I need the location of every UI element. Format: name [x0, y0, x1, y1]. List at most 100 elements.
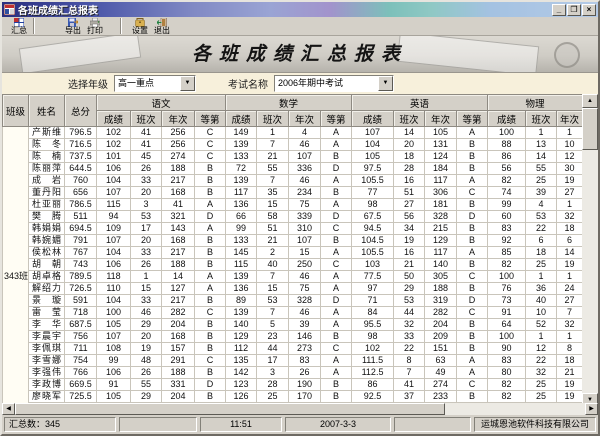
- score-cell: 29: [131, 391, 162, 403]
- score-cell: B: [195, 187, 226, 199]
- score-cell: C: [195, 139, 226, 151]
- score-cell: 37: [394, 391, 425, 403]
- score-cell: 91: [97, 379, 131, 391]
- score-cell: 1: [557, 199, 582, 211]
- vertical-scroll-thumb[interactable]: [582, 108, 598, 150]
- settings-button[interactable]: 设置: [129, 17, 151, 35]
- score-cell: 136: [226, 199, 257, 211]
- name-cell: 李政博: [29, 379, 65, 391]
- score-cell: 157: [162, 343, 195, 355]
- toolbar-separator: [33, 18, 35, 34]
- scroll-up-icon[interactable]: ▲: [582, 94, 598, 108]
- toolbar-separator: [120, 18, 122, 34]
- score-cell: 291: [162, 355, 195, 367]
- score-cell: 92: [488, 235, 526, 247]
- header-score: 成绩: [226, 111, 257, 127]
- window-title: 各班成绩汇总报表: [18, 2, 551, 17]
- score-cell: 117: [425, 175, 457, 187]
- score-cell: 105.5: [352, 247, 394, 259]
- header-score: 成绩: [488, 111, 526, 127]
- score-cell: 146: [289, 331, 321, 343]
- score-cell: 92.5: [352, 391, 394, 403]
- score-cell: 21: [257, 235, 289, 247]
- chevron-down-icon[interactable]: ▼: [378, 76, 393, 91]
- summarize-button[interactable]: 汇总: [8, 17, 30, 35]
- score-cell: C: [457, 187, 488, 199]
- score-cell: 94: [97, 211, 131, 223]
- print-button[interactable]: 打印: [84, 17, 106, 35]
- restore-button[interactable]: ❐: [567, 4, 581, 16]
- score-cell: 339: [289, 211, 321, 223]
- score-cell: 142: [226, 367, 257, 379]
- score-cell: 4: [289, 127, 321, 139]
- score-cell: 98: [352, 199, 394, 211]
- score-cell: 7: [394, 367, 425, 379]
- score-cell: 336: [289, 163, 321, 175]
- status-panel-empty: [119, 417, 197, 432]
- score-cell: C: [457, 379, 488, 391]
- chevron-down-icon[interactable]: ▼: [180, 76, 195, 91]
- table-row: 韩婉媚79110720168B13321107B104.519129B9266: [3, 235, 583, 247]
- export-button[interactable]: 导出: [62, 17, 84, 35]
- score-cell: 1: [131, 271, 162, 283]
- score-cell: 26: [289, 367, 321, 379]
- table-row: 侯松林76710433217B145215A105.516117A851814: [3, 247, 583, 259]
- name-cell: 廖晓军: [29, 391, 65, 403]
- score-cell: B: [321, 379, 352, 391]
- score-cell: 27: [557, 187, 582, 199]
- score-cell: 204: [425, 319, 457, 331]
- score-cell: 29: [131, 319, 162, 331]
- table-row: 李雪娜7549948291C1351783A111.5863A832218: [3, 355, 583, 367]
- exam-select[interactable]: 2006年期中考试 ▼: [274, 75, 394, 92]
- score-cell: 102: [352, 343, 394, 355]
- score-cell: A: [457, 355, 488, 367]
- score-cell: D: [195, 211, 226, 223]
- horizontal-scroll-thumb[interactable]: [15, 403, 445, 415]
- score-cell: 53: [526, 211, 557, 223]
- score-cell: 44: [257, 343, 289, 355]
- score-cell: 109: [97, 223, 131, 235]
- total-cell: 725.5: [65, 391, 97, 403]
- score-cell: 4: [526, 199, 557, 211]
- score-cell: 46: [289, 139, 321, 151]
- score-cell: 139: [226, 175, 257, 187]
- score-cell: B: [457, 259, 488, 271]
- vertical-scroll-track[interactable]: [582, 150, 598, 393]
- vertical-scrollbar[interactable]: ▲ ▼: [582, 94, 598, 407]
- score-cell: 19: [557, 259, 582, 271]
- total-cell: 791: [65, 235, 97, 247]
- name-cell: 解绍力: [29, 283, 65, 295]
- table-row: 李政博669.59155331D12328190B8641274C822519: [3, 379, 583, 391]
- score-cell: 28: [257, 379, 289, 391]
- status-time: 11:51: [200, 417, 282, 432]
- score-cell: B: [457, 343, 488, 355]
- score-cell: 139: [226, 139, 257, 151]
- scroll-left-icon[interactable]: ◀: [2, 403, 15, 415]
- close-button[interactable]: ×: [582, 4, 596, 16]
- score-cell: 233: [425, 391, 457, 403]
- toolbar-button-label: 设置: [132, 27, 148, 35]
- exit-button[interactable]: 退出: [151, 17, 173, 35]
- table-row: 李强伟76610626188B142326A112.5749A803221: [3, 367, 583, 379]
- minimize-button[interactable]: _: [552, 4, 566, 16]
- score-cell: 126: [226, 391, 257, 403]
- score-cell: 19: [557, 175, 582, 187]
- header-score: 成绩: [352, 111, 394, 127]
- score-cell: A: [195, 223, 226, 235]
- score-cell: 117: [226, 187, 257, 199]
- horizontal-scrollbar[interactable]: ◀ ▶: [2, 403, 598, 415]
- score-cell: C: [195, 355, 226, 367]
- score-cell: 82: [488, 391, 526, 403]
- horizontal-scroll-track[interactable]: [445, 403, 585, 415]
- score-cell: 22: [394, 343, 425, 355]
- score-cell: 1: [526, 331, 557, 343]
- table-row: 李晨宇75610720168B12923146B9833209B10011: [3, 331, 583, 343]
- score-cell: 104: [97, 247, 131, 259]
- score-cell: 101: [97, 151, 131, 163]
- scroll-right-icon[interactable]: ▶: [585, 403, 598, 415]
- score-cell: B: [195, 259, 226, 271]
- name-cell: 雷 莹: [29, 307, 65, 319]
- summary-count: 汇总数：345: [4, 417, 116, 432]
- grade-select[interactable]: 高一重点 ▼: [114, 75, 196, 92]
- score-cell: 107: [97, 331, 131, 343]
